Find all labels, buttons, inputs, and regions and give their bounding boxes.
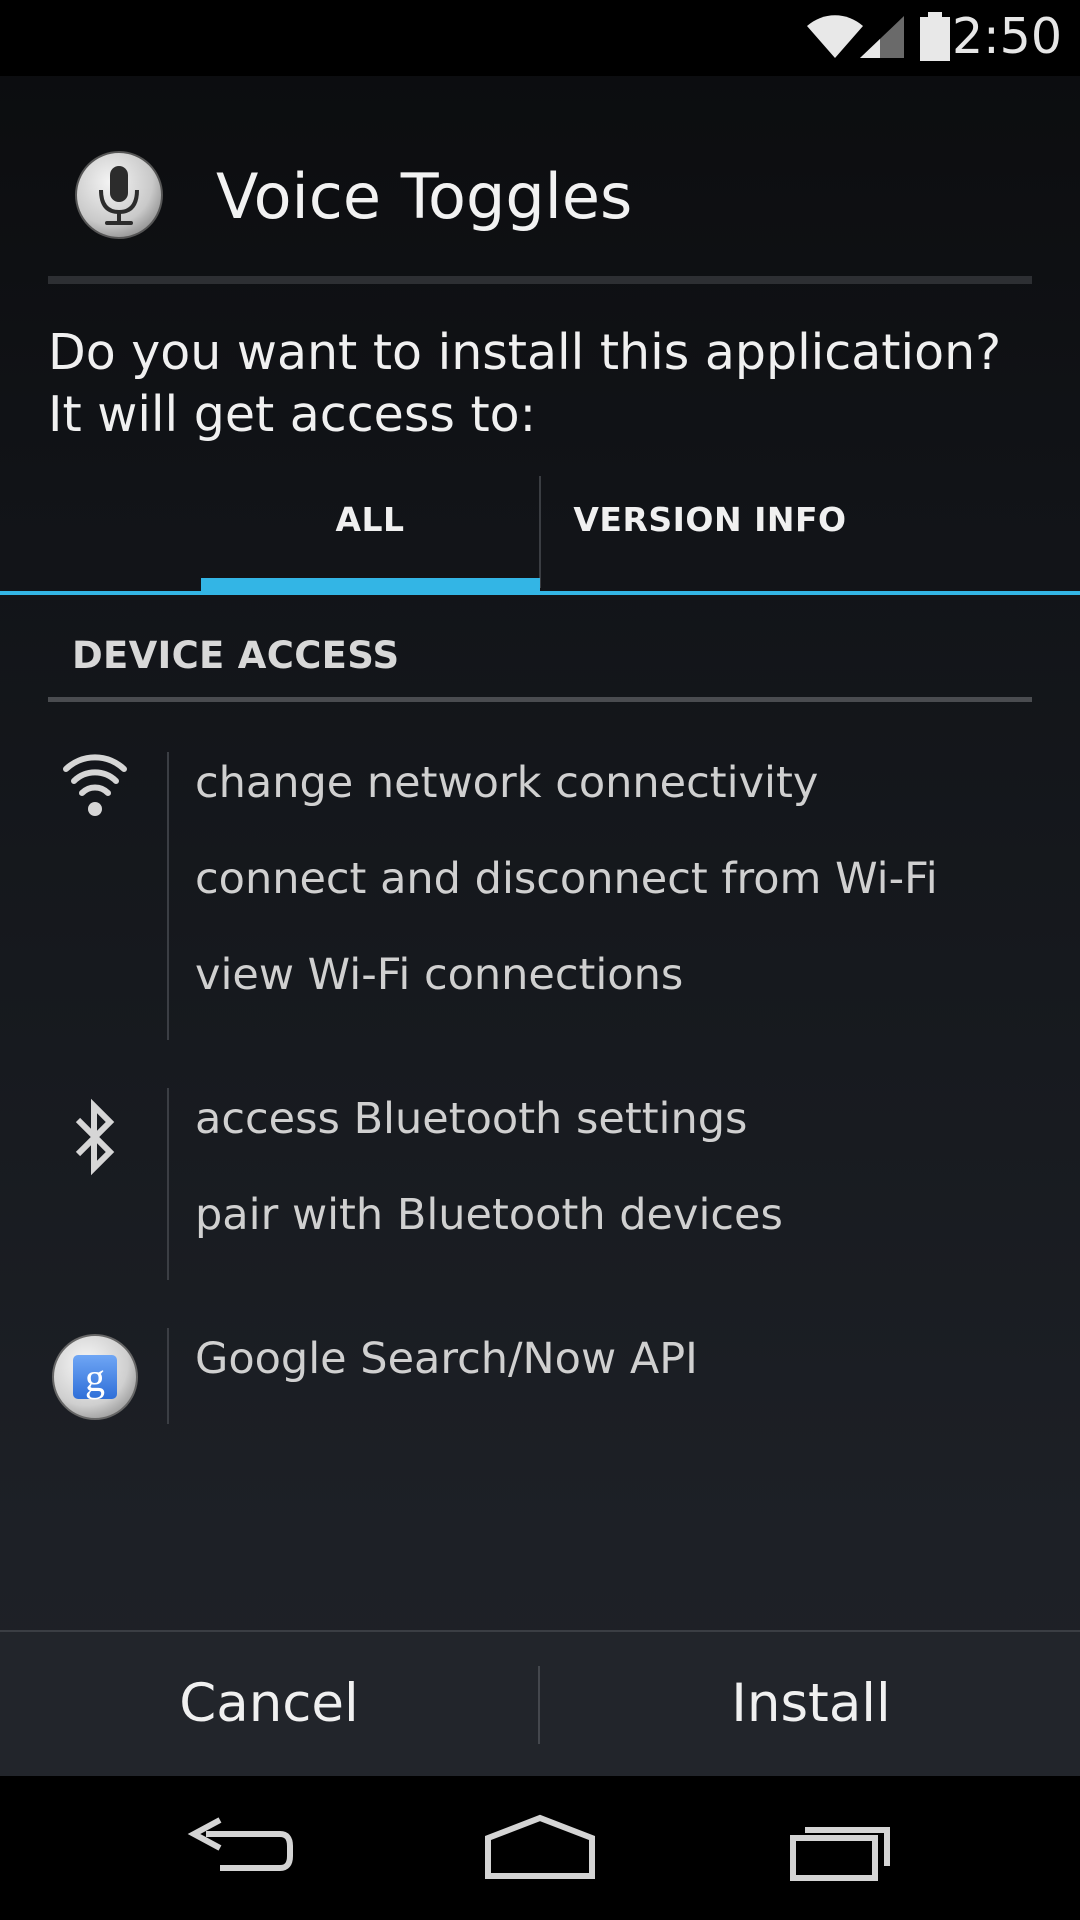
tab-selected-indicator [201,578,540,594]
section-header: DEVICE ACCESS [72,634,400,677]
recents-icon[interactable] [785,1810,905,1890]
permission-item: pair with Bluetooth devices [195,1190,783,1240]
permission-item: access Bluetooth settings [195,1094,748,1144]
install-screen: 2:50 Voice Toggles Do you want to instal… [0,0,1080,1920]
permission-item: change network connectivity [195,758,819,808]
button-separator [538,1666,540,1744]
cell-signal-icon [860,16,904,58]
microphone-icon [75,151,163,239]
back-icon[interactable] [180,1810,300,1890]
group-divider-line [167,1328,169,1424]
google-search-icon: g [50,1332,140,1422]
home-icon[interactable] [480,1810,600,1890]
status-bar: 2:50 [0,0,1080,76]
permission-item: connect and disconnect from Wi-Fi [195,854,938,904]
cancel-button[interactable]: Cancel [0,1632,538,1776]
tab-underline [0,591,1080,595]
tab-version-info[interactable]: VERSION INFO [540,500,880,552]
permission-item: view Wi-Fi connections [195,950,684,1000]
app-title: Voice Toggles [216,160,633,233]
tab-all[interactable]: ALL [200,500,540,552]
permission-item: Google Search/Now API [195,1334,698,1384]
group-divider-line [167,1088,169,1280]
group-divider-line [167,752,169,1040]
install-button[interactable]: Install [542,1632,1080,1776]
header-divider [48,276,1032,284]
svg-text:g: g [85,1355,105,1400]
battery-icon [920,12,950,61]
wifi-icon [50,740,140,830]
bluetooth-icon [50,1092,140,1182]
install-prompt: Do you want to install this application?… [48,324,1002,443]
wifi-icon [807,15,863,58]
section-divider [48,697,1032,702]
status-time: 2:50 [951,8,1062,65]
